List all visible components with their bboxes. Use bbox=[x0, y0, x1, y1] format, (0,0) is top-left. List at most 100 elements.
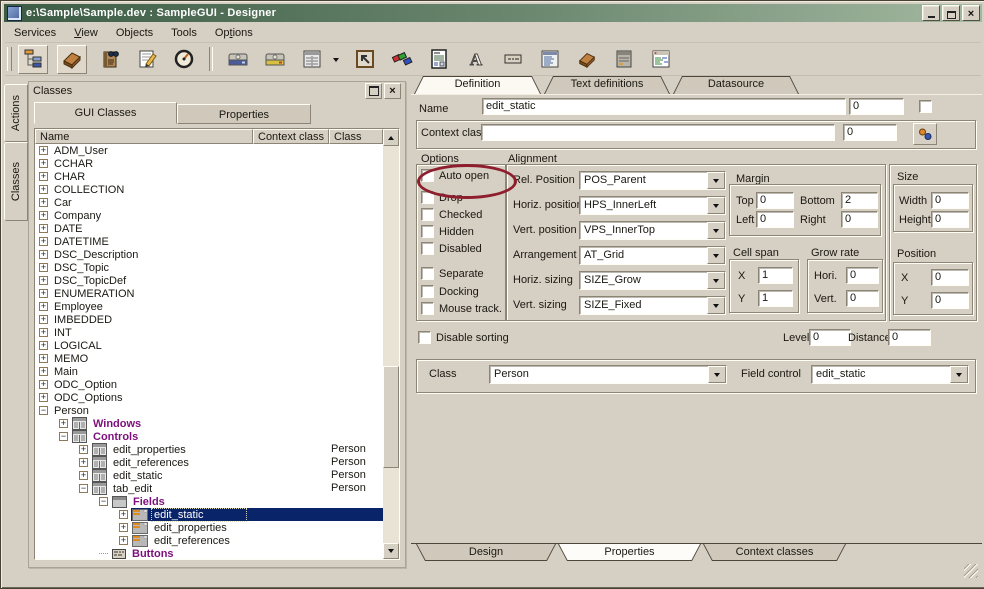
tree-item-edit_properties[interactable]: +edit_properties bbox=[35, 521, 383, 534]
tree-item-DATE[interactable]: +DATE bbox=[35, 222, 383, 235]
side-tab-classes[interactable]: Classes bbox=[4, 142, 28, 221]
tree-item-DSC_Description[interactable]: +DSC_Description bbox=[35, 248, 383, 261]
tree-item-ODC_Option[interactable]: +ODC_Option bbox=[35, 378, 383, 391]
expand-toggle[interactable]: + bbox=[39, 393, 48, 402]
checkbox-6[interactable] bbox=[421, 285, 434, 298]
margin-top-input[interactable]: 0 bbox=[756, 192, 794, 209]
checkbox-0[interactable] bbox=[421, 169, 434, 182]
expand-toggle[interactable]: + bbox=[39, 289, 48, 298]
class-combobox[interactable]: Person bbox=[489, 365, 727, 384]
expand-toggle[interactable]: + bbox=[39, 159, 48, 168]
pointer-box-button[interactable] bbox=[351, 46, 379, 73]
tree-item-INT[interactable]: +INT bbox=[35, 326, 383, 339]
tree-item-Buttons[interactable]: Buttons bbox=[35, 547, 383, 559]
grow-rate-vertical-input[interactable]: 0 bbox=[846, 290, 879, 307]
tree-item-Fields[interactable]: −Fields bbox=[35, 495, 383, 508]
menu-view[interactable]: View bbox=[65, 25, 107, 41]
expand-toggle[interactable]: + bbox=[39, 172, 48, 181]
expand-toggle[interactable]: + bbox=[79, 458, 88, 467]
tab-context-classes[interactable]: Context classes bbox=[703, 544, 846, 561]
tree-item-Controls[interactable]: −Controls bbox=[35, 430, 383, 443]
tree-item-MEMO[interactable]: +MEMO bbox=[35, 352, 383, 365]
expand-toggle[interactable]: + bbox=[39, 341, 48, 350]
context-class-number-input[interactable]: 0 bbox=[843, 124, 897, 141]
expand-toggle[interactable]: + bbox=[39, 367, 48, 376]
tree-item-Employee[interactable]: +Employee bbox=[35, 300, 383, 313]
font-button[interactable]: A bbox=[462, 46, 490, 73]
disable-sorting-checkbox[interactable] bbox=[418, 331, 431, 344]
field-control-combobox[interactable]: edit_static bbox=[811, 365, 969, 384]
toolbar-drag-handle[interactable] bbox=[7, 47, 12, 71]
cell-span-x-input[interactable]: 1 bbox=[758, 267, 793, 284]
dropdown-button[interactable] bbox=[707, 222, 725, 239]
window-code-button[interactable] bbox=[647, 46, 675, 73]
name-checkbox[interactable] bbox=[919, 100, 932, 113]
position-x-input[interactable]: 0 bbox=[931, 269, 969, 286]
collapse-toggle[interactable]: − bbox=[79, 484, 88, 493]
size-width-input[interactable]: 0 bbox=[931, 192, 969, 209]
expand-toggle[interactable]: + bbox=[39, 224, 48, 233]
expand-toggle[interactable]: + bbox=[79, 445, 88, 454]
expand-toggle[interactable]: + bbox=[39, 263, 48, 272]
tab-datasource[interactable]: Datasource bbox=[673, 76, 799, 94]
scroll-down-button[interactable] bbox=[383, 543, 399, 559]
tree-item-DSC_TopicDef[interactable]: +DSC_TopicDef bbox=[35, 274, 383, 287]
side-tab-actions[interactable]: Actions bbox=[4, 84, 28, 142]
tree-scrollbar[interactable] bbox=[383, 129, 399, 559]
tab-properties-list[interactable]: Properties bbox=[177, 104, 311, 124]
dropdown-button[interactable] bbox=[707, 272, 725, 289]
grow-rate-horizontal-input[interactable]: 0 bbox=[846, 267, 879, 284]
context-class-input[interactable] bbox=[481, 124, 835, 141]
tree-item-COLLECTION[interactable]: +COLLECTION bbox=[35, 183, 383, 196]
checkbox-4[interactable] bbox=[421, 242, 434, 255]
close-panel-button[interactable]: × bbox=[384, 83, 401, 99]
checkbox-1[interactable] bbox=[421, 191, 434, 204]
distance-input[interactable]: 0 bbox=[888, 329, 931, 346]
button-button[interactable] bbox=[499, 46, 527, 73]
checkbox-5[interactable] bbox=[421, 267, 434, 280]
tree-item-edit_static[interactable]: +edit_staticPerson bbox=[35, 469, 383, 482]
dropdown-button[interactable] bbox=[707, 297, 725, 314]
dropdown-button[interactable] bbox=[707, 197, 725, 214]
expand-toggle[interactable]: + bbox=[39, 146, 48, 155]
scrollbar-thumb[interactable] bbox=[383, 366, 399, 468]
tab-gui-classes[interactable]: GUI Classes bbox=[34, 102, 177, 124]
tree-item-DSC_Topic[interactable]: +DSC_Topic bbox=[35, 261, 383, 274]
horiz-position-combobox[interactable]: HPS_InnerLeft bbox=[579, 196, 726, 215]
tree-item-Car[interactable]: +Car bbox=[35, 196, 383, 209]
expand-toggle[interactable]: + bbox=[59, 419, 68, 428]
compile-drive-button[interactable] bbox=[224, 46, 252, 73]
titlebar[interactable]: e:\Sample\Sample.dev : SampleGUI - Desig… bbox=[4, 4, 982, 22]
checkbox-3[interactable] bbox=[421, 225, 434, 238]
expand-toggle[interactable]: + bbox=[39, 250, 48, 259]
menu-objects[interactable]: Objects bbox=[107, 25, 162, 41]
float-panel-button[interactable] bbox=[365, 83, 382, 99]
tree-item-ADM_User[interactable]: +ADM_User bbox=[35, 144, 383, 157]
tree-item-edit_static[interactable]: +edit_static bbox=[35, 508, 383, 521]
expand-toggle[interactable]: + bbox=[39, 237, 48, 246]
level-input[interactable]: 0 bbox=[809, 329, 851, 346]
column-header-name[interactable]: Name bbox=[35, 129, 253, 144]
collapse-toggle[interactable]: − bbox=[59, 432, 68, 441]
checkbox-7[interactable] bbox=[421, 302, 434, 315]
expand-toggle[interactable]: + bbox=[119, 523, 128, 532]
expand-toggle[interactable]: + bbox=[119, 510, 128, 519]
tab-text-definitions[interactable]: Text definitions bbox=[544, 76, 670, 94]
rel-position-combobox[interactable]: POS_Parent bbox=[579, 171, 726, 190]
tree-item-edit_references[interactable]: +edit_references bbox=[35, 534, 383, 547]
tab-properties[interactable]: Properties bbox=[558, 544, 701, 561]
build-drive-button[interactable] bbox=[261, 46, 289, 73]
vert-position-combobox[interactable]: VPS_InnerTop bbox=[579, 221, 726, 240]
resize-grip[interactable] bbox=[964, 564, 978, 578]
server-button[interactable] bbox=[610, 46, 638, 73]
report-button[interactable] bbox=[425, 46, 453, 73]
dropdown-button[interactable] bbox=[707, 247, 725, 264]
column-header-context-class[interactable]: Context class bbox=[253, 129, 329, 144]
tree-item-ODC_Options[interactable]: +ODC_Options bbox=[35, 391, 383, 404]
maximize-button[interactable] bbox=[942, 5, 960, 21]
expand-toggle[interactable]: + bbox=[39, 198, 48, 207]
dropdown-button[interactable] bbox=[950, 366, 968, 383]
tree-item-Company[interactable]: +Company bbox=[35, 209, 383, 222]
expand-toggle[interactable]: + bbox=[39, 328, 48, 337]
tree-item-IMBEDDED[interactable]: +IMBEDDED bbox=[35, 313, 383, 326]
